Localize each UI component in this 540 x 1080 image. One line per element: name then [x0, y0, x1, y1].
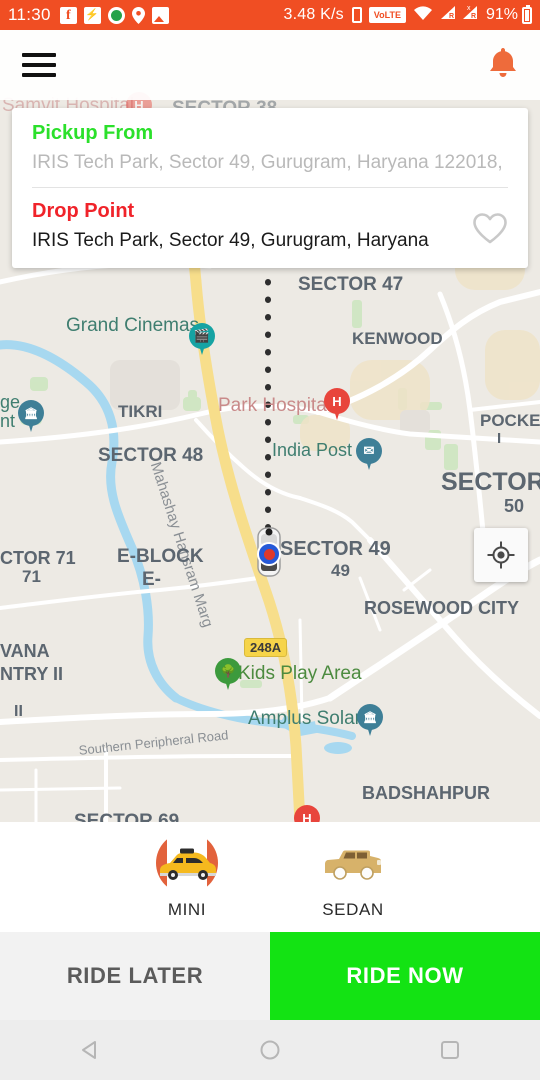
- map-pin-hospital-park[interactable]: H: [324, 388, 350, 422]
- map-label: ROSEWOOD CITY: [364, 598, 520, 618]
- svg-text:x: x: [467, 5, 471, 12]
- map-label: SECTOR 49: [280, 538, 391, 560]
- map-label: POCKET: [480, 411, 540, 430]
- vehicle-option-sedan[interactable]: SEDAN: [298, 834, 408, 920]
- signal-r-icon: R: [439, 4, 457, 26]
- my-location-crosshair-icon: [487, 541, 515, 569]
- status-right-group: 3.48 K/s VoLTE R Rx 91%: [283, 4, 532, 26]
- network-speed-text: 3.48 K/s: [283, 6, 344, 23]
- map-label: E-: [142, 569, 161, 590]
- map-pin-cinema[interactable]: 🎬: [189, 323, 215, 357]
- ride-later-button[interactable]: RIDE LATER: [0, 932, 270, 1020]
- map-label: nt: [0, 411, 16, 431]
- map-label: Amplus Solar: [248, 708, 361, 729]
- pickup-address-input[interactable]: IRIS Tech Park, Sector 49, Gurugram, Har…: [32, 152, 508, 174]
- address-card: Pickup From IRIS Tech Park, Sector 49, G…: [12, 108, 528, 268]
- map-pin-kids-play-area[interactable]: 🌳: [215, 658, 241, 692]
- taxi-car-icon: [160, 848, 216, 880]
- vehicle-art-sedan: [322, 834, 384, 894]
- current-vehicle-marker[interactable]: [254, 526, 284, 578]
- wifi-icon: [413, 5, 433, 26]
- action-bar: RIDE LATER RIDE NOW: [0, 932, 540, 1020]
- map-label: 49: [331, 561, 350, 580]
- map-label: 50: [504, 496, 525, 516]
- sim-card-icon: [351, 7, 362, 23]
- map-label: VANA: [0, 641, 50, 661]
- status-clock: 11:30: [8, 5, 51, 24]
- card-divider: [32, 187, 508, 188]
- map-pin-india-post[interactable]: ✉: [356, 438, 382, 472]
- svg-text:R: R: [471, 13, 476, 20]
- map-label: NTRY II: [0, 664, 64, 684]
- map-label: India Post: [272, 440, 353, 460]
- map-label: Grand Cinemas: [66, 315, 200, 336]
- map-label: II: [14, 703, 23, 720]
- svg-text:R: R: [449, 13, 454, 20]
- my-location-button[interactable]: [474, 528, 528, 582]
- map-label: SECTOR 47: [298, 274, 404, 295]
- map-label: BADSHAHPUR: [362, 783, 491, 803]
- facebook-messenger-icon: ⚡: [83, 6, 101, 24]
- vehicle-selector: MINI SEDAN: [0, 822, 540, 932]
- map-label: Kids Play Area: [238, 663, 362, 684]
- vehicle-art-mini: [156, 830, 218, 896]
- drop-address-input[interactable]: IRIS Tech Park, Sector 49, Gurugram, Har…: [32, 230, 472, 252]
- map-label: E-BLOCK: [117, 546, 204, 567]
- signal-r-x-icon: Rx: [460, 4, 480, 26]
- map-label: CTOR 71: [0, 548, 76, 568]
- pickup-label: Pickup From: [32, 122, 154, 144]
- highway-shield-248a: 248A: [244, 638, 288, 657]
- drop-row: Drop Point IRIS Tech Park, Sector 49, Gu…: [32, 200, 508, 252]
- app-bar: [0, 30, 540, 100]
- map-label: I: [497, 430, 502, 447]
- vehicle-option-mini[interactable]: MINI: [132, 830, 242, 920]
- map-label: 71: [22, 567, 41, 586]
- map-label: SECTOR 69: [74, 811, 180, 822]
- battery-percent-text: 91%: [485, 6, 518, 23]
- sedan-car-icon: [325, 850, 381, 880]
- gallery-icon: [151, 6, 169, 24]
- battery-icon: [522, 4, 532, 24]
- map-label: KENWOOD: [352, 329, 443, 348]
- bell-icon[interactable]: [488, 46, 518, 85]
- map-pin-hospital-bottom[interactable]: H: [294, 805, 320, 822]
- map-pin-amplus-solar[interactable]: 🏛: [357, 704, 383, 738]
- android-nav-bar: [0, 1020, 540, 1080]
- back-triangle-icon[interactable]: [45, 1038, 135, 1062]
- home-circle-icon[interactable]: [225, 1038, 315, 1062]
- location-dot: [257, 542, 281, 566]
- map-label: SECTOR 5: [441, 468, 540, 496]
- vehicle-name-mini: MINI: [167, 900, 207, 919]
- hamburger-menu-icon[interactable]: [22, 53, 56, 77]
- facebook-icon: f: [59, 6, 77, 24]
- volte-icon: VoLTE: [368, 7, 406, 23]
- map-label: TIKRI: [118, 402, 163, 421]
- location-pin-icon: [131, 6, 145, 24]
- whatsapp-icon: [107, 6, 125, 24]
- ride-now-button[interactable]: RIDE NOW: [270, 932, 540, 1020]
- vehicle-name-sedan: SEDAN: [322, 900, 384, 919]
- map-pin-bank-left[interactable]: 🏛: [18, 400, 44, 434]
- status-bar: 11:30 f ⚡ 3.48 K/s VoLTE R Rx 91%: [0, 0, 540, 30]
- recents-square-icon[interactable]: [405, 1038, 495, 1062]
- drop-label: Drop Point: [32, 200, 135, 222]
- heart-outline-icon[interactable]: [472, 212, 508, 250]
- map-label: Park Hospital: [218, 395, 331, 416]
